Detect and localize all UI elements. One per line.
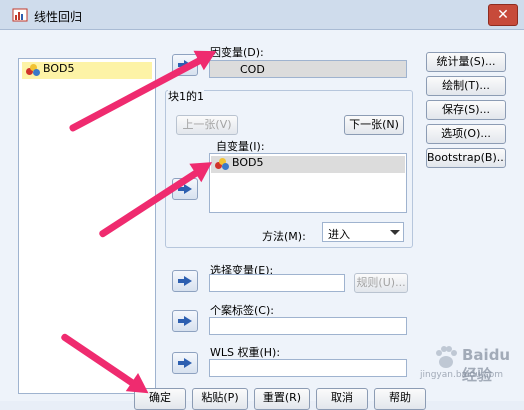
wls-field[interactable] [209,359,407,377]
wls-label: WLS 权重(H): [210,346,281,359]
variable-icon [26,64,40,76]
app-icon [12,8,28,22]
move-to-case-label-button[interactable] [172,310,198,332]
dependent-field[interactable] [209,60,407,78]
baidu-paw-logo [432,343,460,371]
block-label: 块1的1 [168,88,204,104]
case-label-field[interactable] [209,317,407,335]
watermark-url: jingyan.baidu.com [420,370,504,380]
reset-button[interactable]: 重置(R) [254,388,310,410]
move-to-wls-button[interactable] [172,352,198,374]
list-item-label: BOD5 [43,62,75,75]
statistics-button[interactable]: 统计量(S)... [426,52,506,72]
previous-block-button[interactable]: 上一张(V) [176,115,238,135]
method-value: 进入 [328,228,350,241]
independent-label: 自变量(I): [216,140,265,153]
method-label: 方法(M): [262,230,306,243]
source-variable-list[interactable] [18,58,156,394]
case-label-label: 个案标签(C): [210,304,274,317]
window-title: 线性回归 [34,10,83,24]
list-item-label: BOD5 [232,156,264,169]
close-button[interactable]: ✕ [488,4,518,26]
rule-button[interactable]: 规则(U)... [354,273,408,293]
dependent-value: COD [240,63,265,76]
chevron-down-icon[interactable] [390,230,400,235]
move-to-selection-button[interactable] [172,270,198,292]
selection-field[interactable] [209,274,345,292]
next-block-button[interactable]: 下一张(N) [344,115,404,135]
options-button[interactable]: 选项(O)... [426,124,506,144]
save-button[interactable]: 保存(S)... [426,100,506,120]
list-item[interactable]: BOD5 [211,156,405,173]
variable-icon [215,158,229,170]
list-item[interactable]: BOD5 [22,62,152,79]
plots-button[interactable]: 绘制(T)... [426,76,506,96]
bootstrap-button[interactable]: Bootstrap(B)... [426,148,506,168]
paste-button[interactable]: 粘贴(P) [192,388,248,410]
cancel-button[interactable]: 取消 [316,388,368,410]
help-button[interactable]: 帮助 [374,388,426,410]
